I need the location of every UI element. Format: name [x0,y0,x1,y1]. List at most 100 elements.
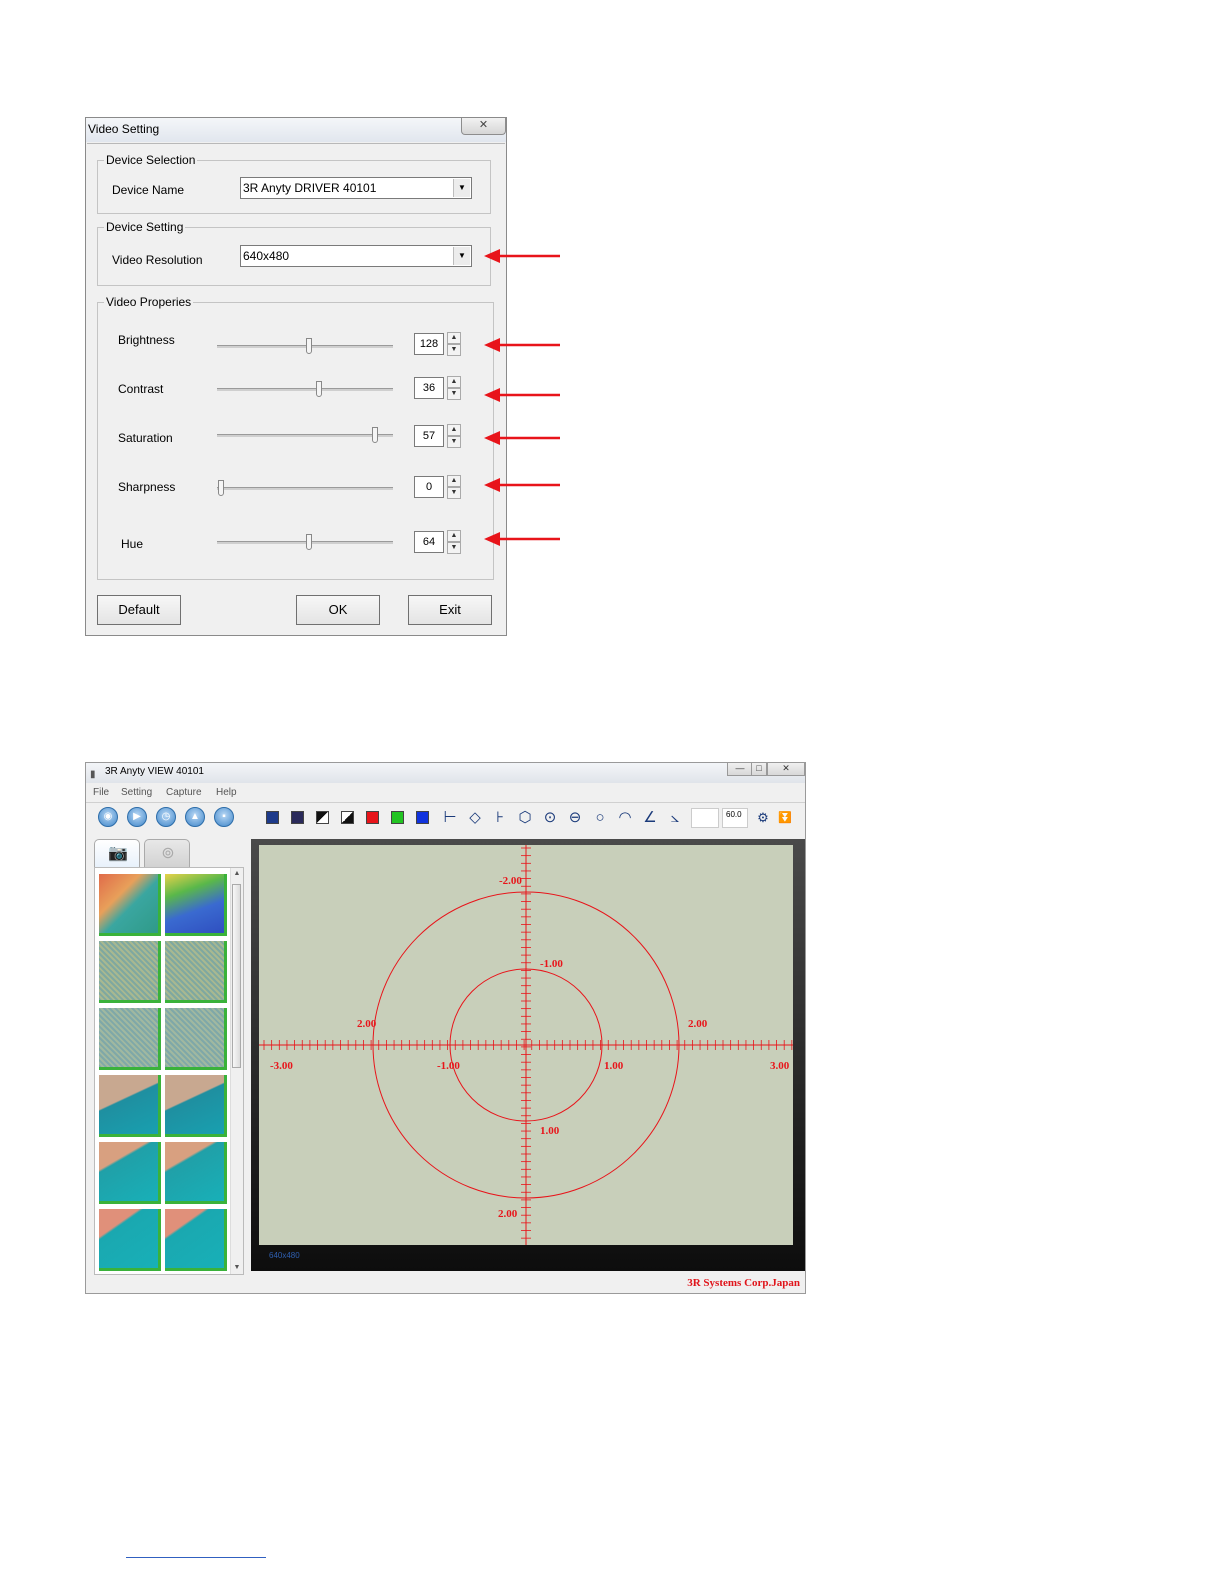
tab-captured-images[interactable]: 📷 [94,839,140,867]
reticle-label-inner-top: -1.00 [540,958,563,970]
spin-down-icon[interactable]: ▼ [447,344,461,356]
sharpness-slider-thumb[interactable] [217,480,224,496]
saturation-slider-thumb[interactable] [372,427,379,443]
sharpness-spin-value[interactable]: 0 [414,476,444,498]
polygon-icon[interactable]: ⬡ [516,809,534,827]
sharpness-label: Sharpness [118,480,176,494]
timer-icon[interactable]: ◷ [156,807,176,827]
spin-up-icon[interactable]: ▲ [447,530,461,542]
video-properties-group: Video Properies Brightness 128 ▲ ▼ Contr… [97,295,494,580]
contrast-slider-thumb[interactable] [316,381,323,397]
contrast-spin-value[interactable]: 36 [414,377,444,399]
hue-slider-thumb[interactable] [305,534,312,550]
thumbnail-image[interactable] [99,941,161,1003]
menu-file[interactable]: File [93,784,109,801]
angle-line-icon[interactable]: ⦣ [666,809,684,827]
saturation-spin-value[interactable]: 57 [414,425,444,447]
device-selection-group: Device Selection Device Name 3R Anyty DR… [97,153,491,214]
thumbnail-image[interactable] [165,1008,227,1070]
blue-channel-icon[interactable] [416,811,429,824]
thumbnail-image[interactable] [99,1075,161,1137]
contrast-icon[interactable] [316,811,329,824]
saturation-slider-track[interactable] [217,434,393,437]
ok-button[interactable]: OK [296,595,380,625]
chevron-down-icon[interactable]: ⏬ [776,809,794,827]
scrollbar-thumb[interactable] [232,884,241,1068]
spin-up-icon[interactable]: ▲ [447,332,461,344]
annotation-arrow-saturation [484,431,560,445]
settings-gear-icon[interactable]: ⚙ [754,809,772,827]
brightness-spin-value[interactable]: 128 [414,333,444,355]
close-icon[interactable]: ✕ [767,763,805,776]
thumbnail-image[interactable] [165,1209,227,1271]
dialog-body: Device Selection Device Name 3R Anyty DR… [87,143,505,634]
tab-video[interactable]: ⊚ [144,839,190,867]
thumbnail-image[interactable] [165,1142,227,1204]
spin-up-icon[interactable]: ▲ [447,475,461,487]
save-icon[interactable]: ▪ [214,807,234,827]
menu-help[interactable]: Help [216,784,237,801]
resolution-readout: 640x480 [269,1251,300,1260]
device-name-label: Device Name [112,183,185,197]
reticle-label-inner-bottom: 1.00 [540,1125,560,1137]
circle-diameter-icon[interactable]: ⊖ [566,809,584,827]
circle-center-icon[interactable]: ⊙ [541,809,559,827]
spin-down-icon[interactable]: ▼ [447,436,461,448]
angle-icon[interactable]: ∠ [641,809,659,827]
app-titlebar: ▮ 3R Anyty VIEW 40101 — □ ✕ [86,763,805,783]
chevron-down-icon[interactable]: ▼ [453,247,470,265]
menu-setting[interactable]: Setting [121,784,152,801]
hue-label: Hue [121,537,144,551]
sharpness-slider-track[interactable] [217,487,393,490]
live-video-image[interactable]: -2.00 -1.00 2.00 2.00 -3.00 -1.00 1.00 3… [259,845,793,1245]
thumbnail-image[interactable] [99,874,161,936]
thumbnail-image[interactable] [99,1142,161,1204]
annotation-arrow-sharpness [484,478,560,492]
circle-icon[interactable]: ○ [591,809,609,827]
device-name-combo[interactable]: 3R Anyty DRIVER 40101 ▼ [240,177,472,199]
close-icon[interactable]: ✕ [461,118,506,135]
hue-spin-value[interactable]: 64 [414,531,444,553]
spin-down-icon[interactable]: ▼ [447,542,461,554]
annotation-arrow-resolution [484,249,560,263]
video-icon[interactable]: ▶ [127,807,147,827]
thumbnail-image[interactable] [165,1075,227,1137]
minimize-icon[interactable]: — [727,763,753,776]
line-measure-icon[interactable]: ⊢ [441,809,459,827]
green-channel-icon[interactable] [391,811,404,824]
diamond-measure-icon[interactable]: ◇ [466,809,484,827]
thumbnail-panel: ▲ ▼ [94,867,244,1275]
spin-down-icon[interactable]: ▼ [447,388,461,400]
perpendicular-icon[interactable]: ⊦ [491,809,509,827]
red-channel-icon[interactable] [366,811,379,824]
spin-up-icon[interactable]: ▲ [447,424,461,436]
thumbnail-image[interactable] [99,1209,161,1271]
chevron-down-icon[interactable]: ▼ [453,179,470,197]
exit-button[interactable]: Exit [408,595,492,625]
zoom-value-box[interactable]: 60.0 [722,808,748,828]
arc-icon[interactable]: ◠ [616,809,634,827]
thumbnail-scrollbar[interactable]: ▲ ▼ [230,868,243,1274]
flip-vertical-icon[interactable] [291,811,304,824]
spin-up-icon[interactable]: ▲ [447,376,461,388]
invert-icon[interactable] [341,811,354,824]
camera-icon[interactable]: ◉ [98,807,118,827]
contrast-spin-buttons: ▲ ▼ [447,376,461,400]
thumbnail-image[interactable] [165,874,227,936]
measure-value-box[interactable] [691,808,719,828]
flip-horizontal-icon[interactable] [266,811,279,824]
upload-icon[interactable]: ▲ [185,807,205,827]
brightness-slider-thumb[interactable] [305,338,312,354]
annotation-arrow-brightness [484,338,560,352]
maximize-icon[interactable]: □ [751,763,767,776]
contrast-slider-track[interactable] [217,388,393,391]
default-button[interactable]: Default [97,595,181,625]
video-resolution-combo[interactable]: 640x480 ▼ [240,245,472,267]
brightness-spin-buttons: ▲ ▼ [447,332,461,356]
scroll-up-icon[interactable]: ▲ [231,868,243,880]
thumbnail-image[interactable] [165,941,227,1003]
thumbnail-image[interactable] [99,1008,161,1070]
device-setting-group: Device Setting Video Resolution 640x480 … [97,220,491,286]
menu-capture[interactable]: Capture [166,784,202,801]
spin-down-icon[interactable]: ▼ [447,487,461,499]
